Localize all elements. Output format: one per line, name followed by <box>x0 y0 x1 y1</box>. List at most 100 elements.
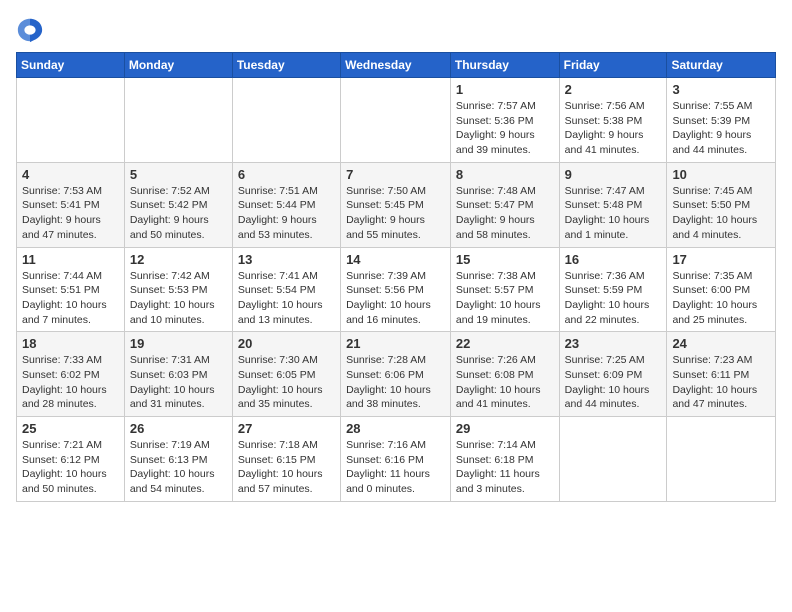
calendar-cell: 6 Sunrise: 7:51 AM Sunset: 5:44 PM Daylig… <box>232 162 340 247</box>
day-number: 22 <box>456 336 554 351</box>
day-number: 29 <box>456 421 554 436</box>
calendar-cell: 13 Sunrise: 7:41 AM Sunset: 5:54 PM Dayli… <box>232 247 340 332</box>
day-number: 16 <box>565 252 662 267</box>
calendar-cell: 5 Sunrise: 7:52 AM Sunset: 5:42 PM Daylig… <box>124 162 232 247</box>
day-of-week-header: Thursday <box>450 53 559 78</box>
calendar-cell: 10Sunrise: 7:45 AM Sunset: 5:50 PM Dayli… <box>667 162 776 247</box>
day-info: Sunrise: 7:16 AM Sunset: 6:16 PM Dayligh… <box>346 438 445 497</box>
calendar-cell: 24 Sunrise: 7:23 AM Sunset: 6:11 PM Dayli… <box>667 332 776 417</box>
calendar-cell: 11Sunrise: 7:44 AM Sunset: 5:51 PM Dayli… <box>17 247 125 332</box>
day-info: Sunrise: 7:57 AM Sunset: 5:36 PM Dayligh… <box>456 99 554 158</box>
day-of-week-header: Wednesday <box>341 53 451 78</box>
day-of-week-header: Monday <box>124 53 232 78</box>
day-info: Sunrise: 7:31 AM Sunset: 6:03 PM Dayligh… <box>130 353 227 412</box>
day-info: Sunrise: 7:19 AM Sunset: 6:13 PM Dayligh… <box>130 438 227 497</box>
calendar-cell: 7 Sunrise: 7:50 AM Sunset: 5:45 PM Daylig… <box>341 162 451 247</box>
day-info: Sunrise: 7:30 AM Sunset: 6:05 PM Dayligh… <box>238 353 335 412</box>
calendar-cell: 15 Sunrise: 7:38 AM Sunset: 5:57 PM Dayli… <box>450 247 559 332</box>
day-info: Sunrise: 7:38 AM Sunset: 5:57 PM Dayligh… <box>456 269 554 328</box>
day-number: 25 <box>22 421 119 436</box>
day-info: Sunrise: 7:14 AM Sunset: 6:18 PM Dayligh… <box>456 438 554 497</box>
day-info: Sunrise: 7:18 AM Sunset: 6:15 PM Dayligh… <box>238 438 335 497</box>
day-info: Sunrise: 7:36 AM Sunset: 5:59 PM Dayligh… <box>565 269 662 328</box>
calendar-cell: 26 Sunrise: 7:19 AM Sunset: 6:13 PM Dayli… <box>124 417 232 502</box>
day-number: 27 <box>238 421 335 436</box>
calendar-week-row: 18 Sunrise: 7:33 AM Sunset: 6:02 PM Dayli… <box>17 332 776 417</box>
day-info: Sunrise: 7:50 AM Sunset: 5:45 PM Dayligh… <box>346 184 445 243</box>
day-info: Sunrise: 7:41 AM Sunset: 5:54 PM Dayligh… <box>238 269 335 328</box>
calendar-cell: 18 Sunrise: 7:33 AM Sunset: 6:02 PM Dayli… <box>17 332 125 417</box>
day-info: Sunrise: 7:55 AM Sunset: 5:39 PM Dayligh… <box>672 99 770 158</box>
day-info: Sunrise: 7:48 AM Sunset: 5:47 PM Dayligh… <box>456 184 554 243</box>
day-number: 7 <box>346 167 445 182</box>
day-number: 2 <box>565 82 662 97</box>
calendar-cell: 20 Sunrise: 7:30 AM Sunset: 6:05 PM Dayli… <box>232 332 340 417</box>
calendar-week-row: 11Sunrise: 7:44 AM Sunset: 5:51 PM Dayli… <box>17 247 776 332</box>
day-info: Sunrise: 7:53 AM Sunset: 5:41 PM Dayligh… <box>22 184 119 243</box>
day-of-week-header: Friday <box>559 53 667 78</box>
day-info: Sunrise: 7:42 AM Sunset: 5:53 PM Dayligh… <box>130 269 227 328</box>
calendar-cell: 29 Sunrise: 7:14 AM Sunset: 6:18 PM Dayli… <box>450 417 559 502</box>
day-number: 28 <box>346 421 445 436</box>
day-number: 26 <box>130 421 227 436</box>
day-info: Sunrise: 7:51 AM Sunset: 5:44 PM Dayligh… <box>238 184 335 243</box>
calendar-cell: 17 Sunrise: 7:35 AM Sunset: 6:00 PM Dayli… <box>667 247 776 332</box>
day-info: Sunrise: 7:33 AM Sunset: 6:02 PM Dayligh… <box>22 353 119 412</box>
day-number: 14 <box>346 252 445 267</box>
calendar-cell: 12 Sunrise: 7:42 AM Sunset: 5:53 PM Dayli… <box>124 247 232 332</box>
calendar-cell: 21 Sunrise: 7:28 AM Sunset: 6:06 PM Dayli… <box>341 332 451 417</box>
calendar-cell: 23 Sunrise: 7:25 AM Sunset: 6:09 PM Dayli… <box>559 332 667 417</box>
calendar-cell <box>232 78 340 163</box>
day-number: 18 <box>22 336 119 351</box>
day-info: Sunrise: 7:26 AM Sunset: 6:08 PM Dayligh… <box>456 353 554 412</box>
day-of-week-header: Sunday <box>17 53 125 78</box>
day-number: 1 <box>456 82 554 97</box>
day-number: 3 <box>672 82 770 97</box>
calendar-cell <box>667 417 776 502</box>
day-info: Sunrise: 7:35 AM Sunset: 6:00 PM Dayligh… <box>672 269 770 328</box>
day-info: Sunrise: 7:21 AM Sunset: 6:12 PM Dayligh… <box>22 438 119 497</box>
day-number: 21 <box>346 336 445 351</box>
day-number: 19 <box>130 336 227 351</box>
day-of-week-header: Tuesday <box>232 53 340 78</box>
day-number: 13 <box>238 252 335 267</box>
calendar-header-row: SundayMondayTuesdayWednesdayThursdayFrid… <box>17 53 776 78</box>
calendar-cell: 9 Sunrise: 7:47 AM Sunset: 5:48 PM Daylig… <box>559 162 667 247</box>
calendar-cell: 19 Sunrise: 7:31 AM Sunset: 6:03 PM Dayli… <box>124 332 232 417</box>
logo <box>16 16 48 44</box>
day-info: Sunrise: 7:47 AM Sunset: 5:48 PM Dayligh… <box>565 184 662 243</box>
day-number: 6 <box>238 167 335 182</box>
logo-icon <box>16 16 44 44</box>
day-number: 23 <box>565 336 662 351</box>
calendar-cell: 28 Sunrise: 7:16 AM Sunset: 6:16 PM Dayli… <box>341 417 451 502</box>
day-info: Sunrise: 7:56 AM Sunset: 5:38 PM Dayligh… <box>565 99 662 158</box>
day-number: 24 <box>672 336 770 351</box>
day-number: 11 <box>22 252 119 267</box>
day-number: 20 <box>238 336 335 351</box>
calendar-cell: 14Sunrise: 7:39 AM Sunset: 5:56 PM Dayli… <box>341 247 451 332</box>
calendar-week-row: 25 Sunrise: 7:21 AM Sunset: 6:12 PM Dayli… <box>17 417 776 502</box>
page-header <box>16 16 776 44</box>
day-number: 4 <box>22 167 119 182</box>
day-number: 17 <box>672 252 770 267</box>
day-number: 5 <box>130 167 227 182</box>
calendar-week-row: 4 Sunrise: 7:53 AM Sunset: 5:41 PM Daylig… <box>17 162 776 247</box>
calendar-cell: 27 Sunrise: 7:18 AM Sunset: 6:15 PM Dayli… <box>232 417 340 502</box>
calendar-cell <box>559 417 667 502</box>
calendar-cell <box>341 78 451 163</box>
day-number: 12 <box>130 252 227 267</box>
calendar-cell: 22 Sunrise: 7:26 AM Sunset: 6:08 PM Dayli… <box>450 332 559 417</box>
calendar-cell: 2 Sunrise: 7:56 AM Sunset: 5:38 PM Daylig… <box>559 78 667 163</box>
day-number: 9 <box>565 167 662 182</box>
day-info: Sunrise: 7:25 AM Sunset: 6:09 PM Dayligh… <box>565 353 662 412</box>
day-info: Sunrise: 7:23 AM Sunset: 6:11 PM Dayligh… <box>672 353 770 412</box>
day-info: Sunrise: 7:45 AM Sunset: 5:50 PM Dayligh… <box>672 184 770 243</box>
day-number: 15 <box>456 252 554 267</box>
day-info: Sunrise: 7:52 AM Sunset: 5:42 PM Dayligh… <box>130 184 227 243</box>
calendar-table: SundayMondayTuesdayWednesdayThursdayFrid… <box>16 52 776 502</box>
calendar-cell: 3 Sunrise: 7:55 AM Sunset: 5:39 PM Daylig… <box>667 78 776 163</box>
calendar-cell <box>17 78 125 163</box>
day-of-week-header: Saturday <box>667 53 776 78</box>
calendar-week-row: 1 Sunrise: 7:57 AM Sunset: 5:36 PM Daylig… <box>17 78 776 163</box>
day-info: Sunrise: 7:28 AM Sunset: 6:06 PM Dayligh… <box>346 353 445 412</box>
